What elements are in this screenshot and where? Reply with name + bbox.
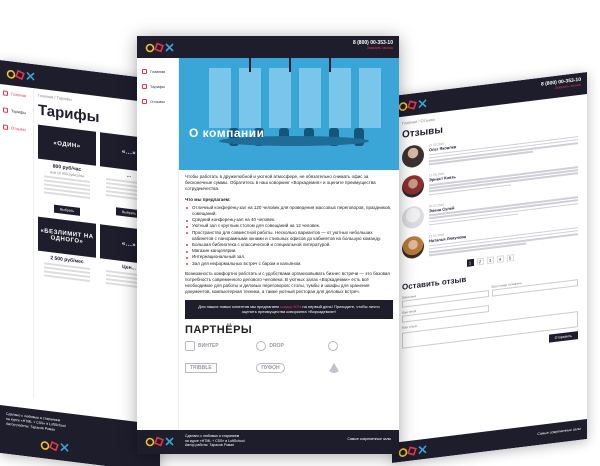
partner-logo[interactable] [327,339,393,353]
tariff-name: «ОДИН» [38,124,96,166]
page-link[interactable]: 2 [476,258,484,266]
hero-photo-detail [249,58,251,72]
avatar [402,204,424,230]
partner-icon [185,340,195,351]
intro-text: Чтобы работать в дружелюбной и уютной ат… [185,174,376,192]
nav-label: Тарифы [11,108,27,116]
list-item: Зал для неформальных встреч с баром и ка… [185,261,393,267]
nav-item-reviews[interactable]: Отзывы [0,118,33,139]
phone-number[interactable]: 8 (800) 00-353-10 Заказать звонок [353,40,393,50]
header: 8 (800) 00-353-10 Заказать звонок [137,36,399,58]
offers-heading: Что мы предлагаем: [185,196,231,202]
partner-logo[interactable]: ВИНТЕР [185,339,250,353]
tariff-card: «ОДИН» 800 руб/час или 10 000 руб/сутки … [38,124,96,220]
logo[interactable] [40,438,72,456]
tariffs-page-preview: Главная Тарифы Отзывы Главная / Тарифы Т… [0,60,160,466]
promo-banner: Для наших новых клиентов мы предлагаем с… [185,299,393,319]
nav-label: Главная [150,69,166,74]
footer: Сделано с любовью и старанием на курсе «… [137,430,399,454]
footer-line: Автор работы: Тарасов Роман [185,443,235,448]
logo[interactable] [6,67,38,85]
page-link[interactable]: 3 [486,256,494,265]
main: Чтобы работать в дружелюбной и уютной ат… [185,174,393,375]
partner-logo[interactable]: ПУФОН [256,361,321,375]
nav-label: Главная [11,91,27,99]
avatar [402,235,424,260]
partner-icon [327,362,340,373]
list-item: Отличный конференц-зал на 120 человек дл… [185,205,393,217]
page-link[interactable]: 4 [496,255,504,264]
partners-title: ПАРТНЁРЫ [185,323,253,336]
avatar [402,144,424,169]
partner-logo[interactable]: TRIBBLE [185,361,250,375]
tariff-name: «БЕЗЛИМИТ НА ОДНОГО» [38,216,96,258]
promo-text: Для наших новых клиентов мы предлагаем [198,303,279,309]
reviews-icon [3,124,8,130]
nav-item-tariffs[interactable]: Тарифы [137,79,178,94]
partner-logo[interactable] [327,361,393,375]
hero-banner: О компании [179,58,399,170]
logo[interactable] [145,435,177,449]
main: Главная / Отзывы Отзывы 21.02.2018 Олег … [402,99,578,361]
list-item: Пространство для совместной работы. Неск… [185,230,393,242]
logo[interactable] [398,442,430,460]
hero-photo-detail [269,68,291,128]
partner-name: DROP [269,342,284,349]
about-page-preview: 8 (800) 00-353-10 Заказать звонок Главная… [137,36,399,454]
logo[interactable] [145,41,177,55]
partner-icon [327,340,338,351]
nav-item-home[interactable]: Главная [137,64,178,79]
logo[interactable] [398,96,430,114]
send-button[interactable]: Отправить [548,331,578,344]
footer-right-text: Самые современные залы [347,437,391,441]
partner-name: ВИНТЕР [198,342,219,349]
hero-photo-detail [239,68,261,128]
nav-label: Тарифы [150,84,166,89]
reviews-icon [142,99,147,104]
sidebar: Главная Тарифы Отзывы [0,84,34,399]
outro-text: Возможность комфортно работать и с удобс… [185,270,390,295]
hero-photo-detail [329,58,331,72]
nav-label: Отзывы [150,99,165,104]
footer-right-text: Самые современные залы [537,426,581,437]
tariff-card: «БЕЗЛИМИТ НА ОДНОГО» 2 500 руб/мес [38,216,96,285]
nav-label: Отзывы [11,125,26,133]
promo-discount[interactable]: скидку 50% [280,304,301,309]
page-title: О компании [189,126,265,140]
tariffs-icon [3,107,8,113]
hero-photo-detail [209,68,231,128]
home-icon [3,90,8,96]
footer: Сделано с любовью и старанием на курсе «… [0,405,160,466]
partner-name: ПУФОН [256,362,285,373]
home-icon [142,69,147,74]
sidebar: Главная Тарифы Отзывы [137,58,179,430]
hero-photo-detail [329,68,351,128]
callback-link[interactable]: Заказать звонок [353,46,393,50]
hero-photo-detail [299,68,321,128]
phone-number[interactable]: 8 (800) 00-353-10 Заказать звонок [541,77,581,92]
page-link[interactable]: 1 [466,259,474,268]
tariffs-icon [142,84,147,89]
nav-item-reviews[interactable]: Отзывы [137,94,178,109]
footer: Самые современные залы [392,419,587,463]
partners-list: ВИНТЕР DROP TRIBBLE ПУФОН [185,339,393,375]
partner-icon [256,340,267,351]
hero-photo-detail [359,68,381,128]
choose-button[interactable]: Выбрать [53,204,81,216]
page-link[interactable]: 5 [506,254,514,263]
partner-logo[interactable]: DROP [256,339,321,353]
offers-list: Отличный конференц-зал на 120 человек дл… [185,205,393,267]
reviews-page-preview: 8 (800) 00-353-10 Заказать звонок Главная… [392,72,587,463]
partner-name: TRIBBLE [185,362,217,373]
hero-photo-detail [289,58,291,72]
avatar [402,174,424,200]
